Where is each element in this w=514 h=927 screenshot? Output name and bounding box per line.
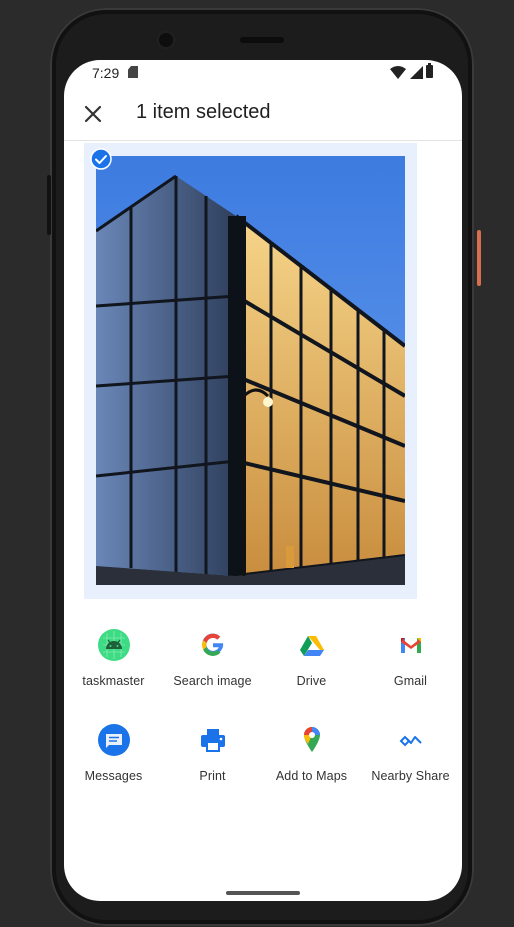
share-target-add-to-maps[interactable]: Add to Maps — [262, 723, 361, 783]
gesture-nav-bar[interactable] — [226, 891, 300, 895]
power-button — [477, 230, 481, 286]
drive-icon — [295, 628, 329, 662]
share-target-label: Drive — [296, 674, 327, 688]
volume-button — [47, 175, 51, 235]
share-target-nearby-share[interactable]: Nearby Share — [361, 723, 460, 783]
share-target-label: Search image — [173, 674, 252, 688]
front-camera — [156, 30, 176, 50]
printer-icon — [196, 723, 230, 757]
share-target-label: Add to Maps — [275, 769, 348, 783]
share-target-label: Nearby Share — [371, 769, 450, 783]
share-target-label: Print — [199, 769, 226, 783]
earpiece-speaker — [240, 37, 284, 43]
page-title: 1 item selected — [136, 101, 271, 123]
status-time: 7:29 — [92, 65, 120, 81]
share-target-label: taskmaster — [82, 674, 145, 688]
building-photo — [96, 156, 405, 585]
nearby-share-icon — [394, 723, 428, 757]
status-bar: 7:29 — [64, 60, 462, 86]
share-target-taskmaster[interactable]: taskmaster — [64, 628, 163, 688]
selection-header: 1 item selected — [64, 86, 462, 141]
image-preview[interactable] — [84, 143, 417, 599]
share-target-label: Gmail — [393, 674, 428, 688]
share-target-search-image[interactable]: Search image — [163, 628, 262, 688]
share-target-drive[interactable]: Drive — [262, 628, 361, 688]
wifi-icon — [390, 66, 406, 79]
share-target-messages[interactable]: Messages — [64, 723, 163, 783]
share-target-gmail[interactable]: Gmail — [361, 628, 460, 688]
selected-check-icon[interactable] — [90, 148, 112, 170]
messages-icon — [97, 723, 131, 757]
maps-pin-icon — [295, 723, 329, 757]
google-g-icon — [196, 628, 230, 662]
battery-icon — [426, 63, 433, 78]
signal-icon — [410, 66, 423, 79]
share-target-label: Messages — [84, 769, 143, 783]
close-icon[interactable] — [82, 103, 104, 125]
screen: 7:29 1 item selected taskmaster Search i… — [64, 60, 462, 901]
gmail-icon — [394, 628, 428, 662]
sd-card-icon — [128, 66, 138, 78]
share-target-print[interactable]: Print — [163, 723, 262, 783]
android-icon — [97, 628, 131, 662]
